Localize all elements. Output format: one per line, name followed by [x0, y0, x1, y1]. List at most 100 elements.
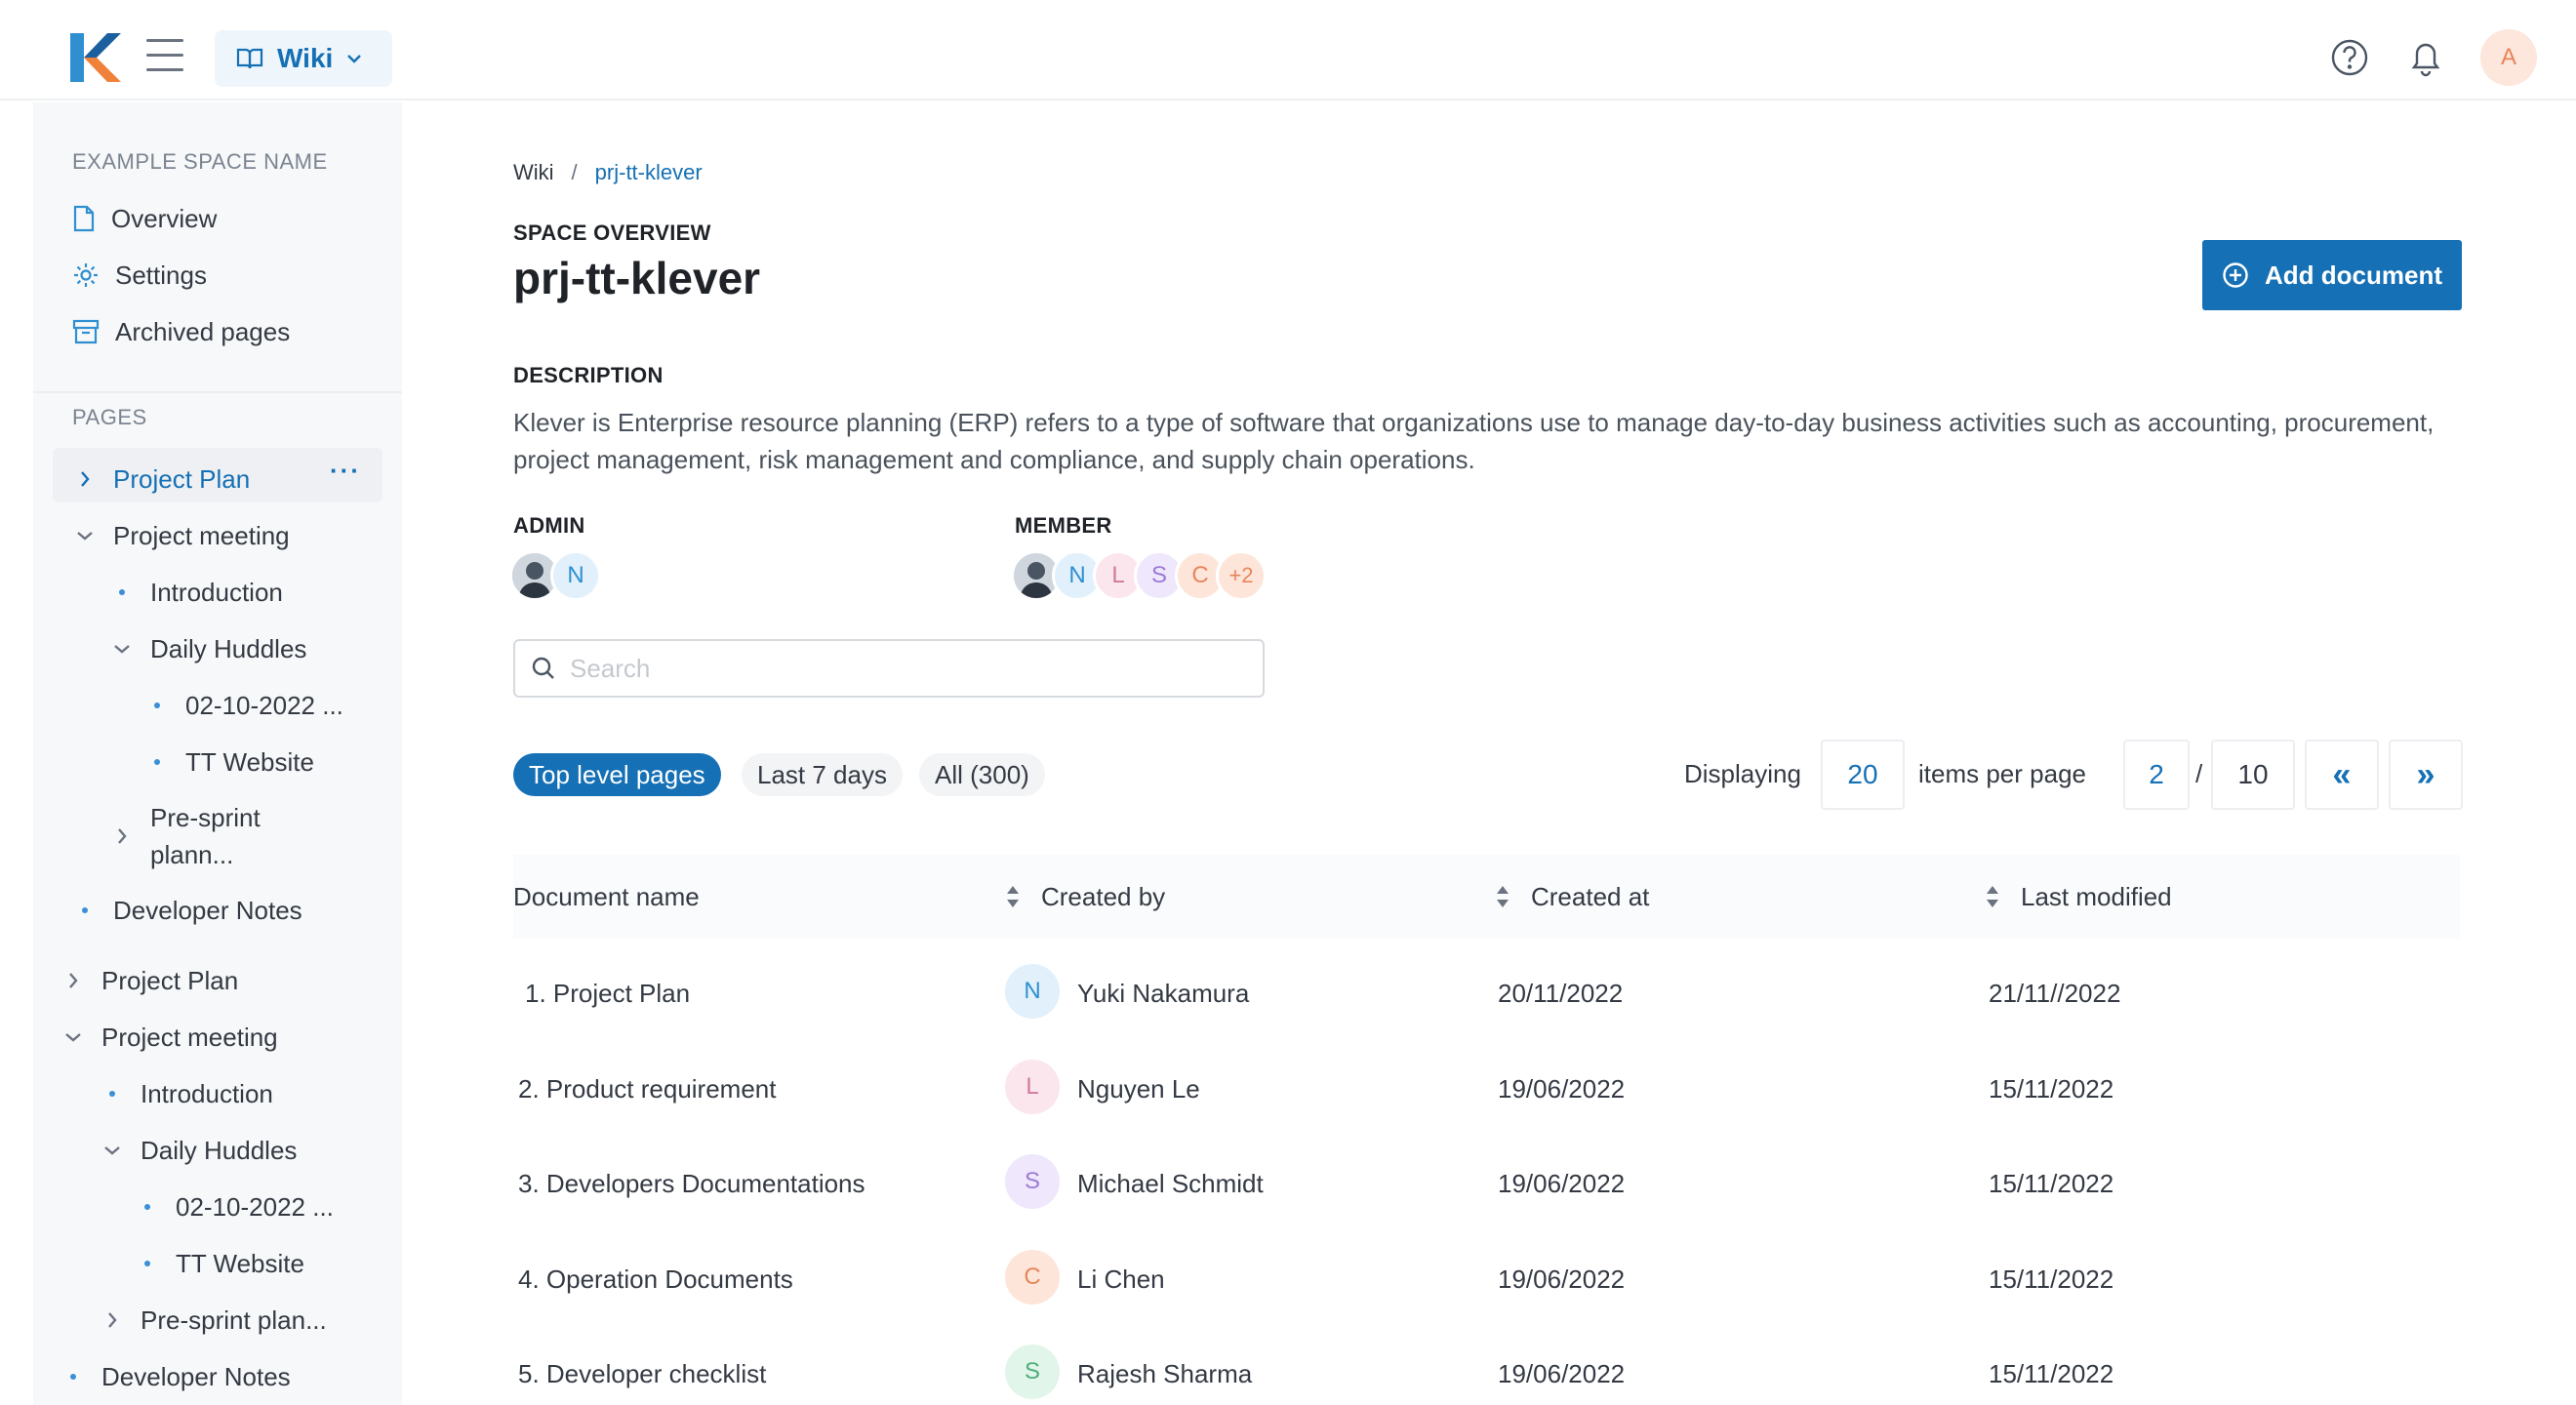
- tree-item-introduction-2[interactable]: Introduction: [101, 1071, 273, 1116]
- breadcrumb-root[interactable]: Wiki: [513, 160, 554, 185]
- last-modified: 15/11/2022: [1989, 1359, 2114, 1388]
- gear-icon: [74, 263, 98, 287]
- document-icon: [73, 205, 95, 232]
- sidebar-item-archived[interactable]: Archived pages: [72, 309, 290, 354]
- author-avatar: C: [1005, 1250, 1060, 1305]
- document-name[interactable]: 4. Operation Documents: [518, 1264, 793, 1295]
- document-name[interactable]: 3. Developers Documentations: [518, 1169, 865, 1199]
- chevron-right-icon: [101, 1309, 123, 1331]
- sort-icon[interactable]: [1005, 884, 1021, 909]
- member-more-count[interactable]: +2: [1216, 550, 1267, 601]
- created-at: 20/11/2022: [1498, 979, 1624, 1008]
- plus-circle-icon: [2223, 262, 2248, 288]
- chevron-down-icon: [101, 1140, 123, 1161]
- page-separator: /: [2195, 759, 2203, 788]
- tree-item-date-2[interactable]: 02-10-2022 ...: [137, 1184, 334, 1229]
- archive-icon: [72, 319, 100, 344]
- sidebar-item-overview[interactable]: Overview: [72, 196, 217, 241]
- filter-all[interactable]: All (300): [919, 753, 1045, 796]
- tree-item-project-meeting-2[interactable]: Project meeting: [62, 1015, 278, 1060]
- tree-item-project-plan[interactable]: Project Plan: [74, 457, 250, 502]
- document-name[interactable]: 5. Developer checklist: [518, 1359, 766, 1389]
- add-document-button[interactable]: Add document: [2202, 240, 2462, 310]
- author-name: Yuki Nakamura: [1077, 979, 1250, 1008]
- displaying-label: Displaying: [1684, 759, 1801, 788]
- chevron-right-icon: [62, 970, 84, 991]
- menu-icon[interactable]: [146, 39, 183, 72]
- last-modified: 15/11/2022: [1989, 1074, 2114, 1104]
- sidebar: EXAMPLE SPACE NAME Overview Settings Arc…: [33, 102, 402, 1405]
- admin-avatar[interactable]: N: [550, 550, 601, 601]
- current-page-input[interactable]: 2: [2123, 740, 2190, 810]
- chevron-down-icon: [111, 638, 133, 660]
- column-header-created-by[interactable]: Created by: [1041, 882, 1165, 912]
- top-bar: Wiki A: [0, 0, 2576, 100]
- bullet-icon: [154, 759, 160, 765]
- filter-top-level-pages[interactable]: Top level pages: [513, 753, 721, 796]
- breadcrumb: Wiki / prj-tt-klever: [513, 160, 703, 185]
- tree-item-project-plan-2[interactable]: Project Plan: [62, 958, 238, 1003]
- klever-logo-icon[interactable]: [70, 33, 121, 82]
- chevron-down-icon: [74, 525, 96, 546]
- product-name: Wiki: [277, 43, 334, 73]
- bullet-icon: [82, 907, 88, 913]
- product-switcher[interactable]: Wiki: [215, 30, 392, 87]
- tree-item-daily-huddles[interactable]: Daily Huddles: [111, 626, 306, 671]
- bullet-icon: [109, 1091, 115, 1097]
- tree-item-daily-huddles-2[interactable]: Daily Huddles: [101, 1128, 297, 1173]
- description-text: Klever is Enterprise resource planning (…: [513, 408, 2435, 474]
- created-at: 19/06/2022: [1498, 1074, 1626, 1104]
- total-pages: 10: [2211, 740, 2295, 810]
- column-header-created-at[interactable]: Created at: [1531, 882, 1649, 912]
- column-header-document-name[interactable]: Document name: [513, 882, 700, 912]
- admin-avatars: N: [509, 550, 601, 601]
- member-label: MEMBER: [1015, 513, 1112, 538]
- bullet-icon: [70, 1374, 76, 1380]
- prev-page-button[interactable]: «: [2305, 740, 2379, 810]
- chevron-down-icon: [62, 1026, 84, 1048]
- more-options-icon[interactable]: ···: [330, 456, 361, 486]
- sidebar-divider: [33, 391, 402, 393]
- author-avatar: S: [1005, 1154, 1060, 1209]
- last-modified: 15/11/2022: [1989, 1264, 2114, 1294]
- breadcrumb-current[interactable]: prj-tt-klever: [595, 160, 703, 185]
- tree-item-date[interactable]: 02-10-2022 ...: [146, 683, 343, 728]
- created-at: 19/06/2022: [1498, 1359, 1626, 1388]
- search-input[interactable]: [570, 653, 1233, 684]
- author-avatar: S: [1005, 1345, 1060, 1399]
- help-icon[interactable]: [2328, 36, 2371, 79]
- next-page-button[interactable]: »: [2389, 740, 2463, 810]
- tree-item-developer-notes-2[interactable]: Developer Notes: [62, 1354, 291, 1399]
- breadcrumb-separator: /: [571, 160, 578, 184]
- bullet-icon: [144, 1261, 150, 1266]
- bell-icon[interactable]: [2404, 36, 2447, 79]
- book-icon: [236, 48, 263, 69]
- search-icon: [532, 657, 554, 679]
- last-modified: 15/11/2022: [1989, 1169, 2114, 1198]
- tree-item-developer-notes[interactable]: Developer Notes: [74, 888, 302, 933]
- tree-item-tt-website-2[interactable]: TT Website: [137, 1241, 304, 1286]
- filter-last-7-days[interactable]: Last 7 days: [742, 753, 903, 796]
- chevron-right-icon: [111, 825, 133, 847]
- tree-item-introduction[interactable]: Introduction: [111, 570, 283, 615]
- chevron-down-icon: [347, 55, 362, 63]
- tree-item-project-meeting[interactable]: Project meeting: [74, 513, 290, 558]
- sidebar-item-settings[interactable]: Settings: [72, 253, 207, 298]
- created-at: 19/06/2022: [1498, 1169, 1626, 1198]
- column-header-last-modified[interactable]: Last modified: [2021, 882, 2172, 912]
- document-name[interactable]: 2. Product requirement: [518, 1074, 776, 1104]
- admin-label: ADMIN: [513, 513, 585, 538]
- tree-item-pre-sprint-2[interactable]: Pre-sprint plan...: [101, 1298, 327, 1343]
- document-name[interactable]: 1. Project Plan: [525, 979, 690, 1009]
- tree-item-pre-sprint[interactable]: Pre-sprint plann...: [111, 797, 261, 875]
- sort-icon[interactable]: [1985, 884, 2000, 909]
- author-name: Li Chen: [1077, 1264, 1165, 1294]
- user-avatar[interactable]: A: [2480, 29, 2537, 86]
- last-modified: 21/11//2022: [1989, 979, 2121, 1008]
- tree-item-tt-website[interactable]: TT Website: [146, 740, 314, 784]
- bullet-icon: [154, 702, 160, 708]
- member-avatars: N L S C +2: [1011, 550, 1267, 601]
- sort-icon[interactable]: [1495, 884, 1510, 909]
- items-per-page-label: items per page: [1918, 759, 2086, 788]
- per-page-input[interactable]: 20: [1821, 740, 1905, 810]
